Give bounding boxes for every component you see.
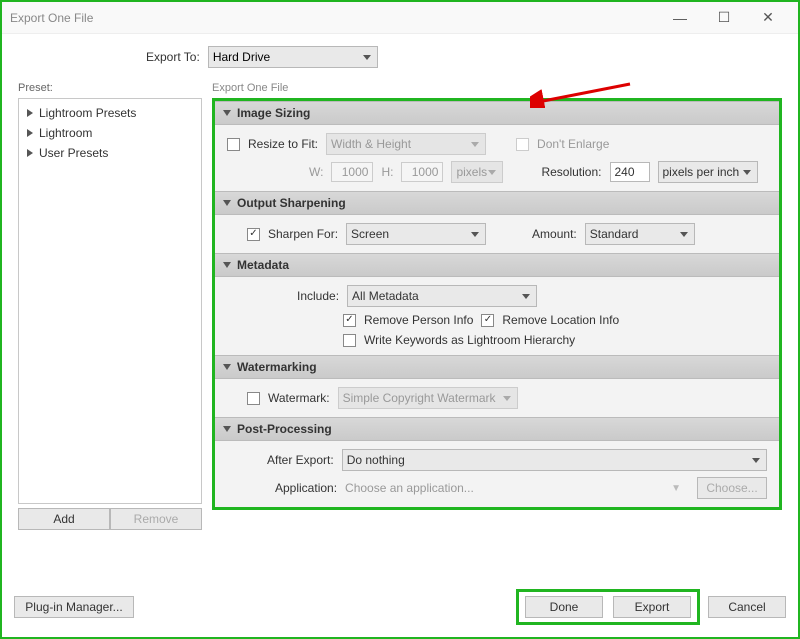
panel-header-post-processing[interactable]: Post-Processing: [215, 417, 779, 441]
sharpen-for-label: Sharpen For:: [268, 227, 338, 241]
panel-header-output-sharpening[interactable]: Output Sharpening: [215, 191, 779, 215]
panel-body-metadata: Include: All Metadata Remove Person Info…: [215, 277, 779, 355]
export-to-value: Hard Drive: [213, 50, 270, 64]
chevron-down-icon: [223, 426, 231, 432]
sharpen-for-checkbox[interactable]: [247, 228, 260, 241]
settings-column: Export One File Image Sizing Resize to F…: [212, 82, 782, 530]
maximize-button[interactable]: ☐: [702, 4, 746, 32]
resolution-unit-select[interactable]: pixels per inch: [658, 161, 758, 183]
w-label: W:: [309, 165, 323, 179]
chevron-down-icon: [223, 364, 231, 370]
expand-icon: [27, 149, 33, 157]
panel-body-output-sharpening: Sharpen For: Screen Amount: Standard: [215, 215, 779, 253]
preset-column: Preset: Lightroom Presets Lightroom User…: [18, 82, 202, 530]
watermark-label: Watermark:: [268, 391, 330, 405]
bottom-bar: Plug-in Manager... Done Export Cancel: [14, 589, 786, 625]
write-keywords-checkbox[interactable]: [343, 334, 356, 347]
titlebar: Export One File — ☐ ✕: [2, 2, 798, 34]
preset-buttons: Add Remove: [18, 508, 202, 530]
done-button[interactable]: Done: [525, 596, 603, 618]
watermark-select: Simple Copyright Watermark: [338, 387, 518, 409]
resize-to-fit-label: Resize to Fit:: [248, 137, 318, 151]
annotation-highlight: Done Export: [516, 589, 700, 625]
close-button[interactable]: ✕: [746, 4, 790, 32]
remove-person-checkbox[interactable]: [343, 314, 356, 327]
chevron-down-icon: [223, 200, 231, 206]
panel-header-metadata[interactable]: Metadata: [215, 253, 779, 277]
watermark-checkbox[interactable]: [247, 392, 260, 405]
after-export-select[interactable]: Do nothing: [342, 449, 767, 471]
panel-post-processing: Post-Processing After Export: Do nothing…: [215, 417, 779, 507]
export-to-select[interactable]: Hard Drive: [208, 46, 378, 68]
panel-body-post-processing: After Export: Do nothing Application: Ch…: [215, 441, 779, 507]
settings-label: Export One File: [212, 82, 782, 94]
panel-metadata: Metadata Include: All Metadata Remove Pe…: [215, 253, 779, 355]
amount-select[interactable]: Standard: [585, 223, 695, 245]
resolution-input[interactable]: 240: [610, 162, 650, 182]
remove-preset-button: Remove: [110, 508, 202, 530]
preset-user-presets[interactable]: User Presets: [25, 143, 195, 163]
settings-panels: Image Sizing Resize to Fit: Width & Heig…: [212, 98, 782, 510]
preset-lightroom[interactable]: Lightroom: [25, 123, 195, 143]
chevron-down-icon: [223, 262, 231, 268]
panel-header-image-sizing[interactable]: Image Sizing: [215, 101, 779, 125]
resize-to-fit-checkbox[interactable]: [227, 138, 240, 151]
plugin-manager-button[interactable]: Plug-in Manager...: [14, 596, 134, 618]
application-placeholder: Choose an application...: [345, 481, 663, 495]
chevron-down-icon: ▼: [671, 483, 681, 494]
preset-label: Preset:: [18, 82, 202, 94]
dialog-body: Export To: Hard Drive Preset: Lightroom …: [2, 34, 798, 540]
preset-list[interactable]: Lightroom Presets Lightroom User Presets: [18, 98, 202, 504]
export-to-label: Export To:: [146, 50, 200, 64]
remove-location-checkbox[interactable]: [481, 314, 494, 327]
expand-icon: [27, 129, 33, 137]
panel-header-watermarking[interactable]: Watermarking: [215, 355, 779, 379]
chevron-down-icon: [223, 110, 231, 116]
remove-person-label: Remove Person Info: [364, 313, 473, 327]
width-input: 1000: [331, 162, 373, 182]
amount-label: Amount:: [532, 227, 577, 241]
minimize-button[interactable]: —: [658, 4, 702, 32]
export-dialog: Export One File — ☐ ✕ Export To: Hard Dr…: [0, 0, 800, 639]
cancel-button[interactable]: Cancel: [708, 596, 786, 618]
expand-icon: [27, 109, 33, 117]
dont-enlarge-checkbox: [516, 138, 529, 151]
choose-application-button: Choose...: [697, 477, 767, 499]
h-label: H:: [381, 165, 393, 179]
after-export-label: After Export:: [267, 453, 334, 467]
window-title: Export One File: [10, 11, 93, 25]
application-label: Application:: [275, 481, 337, 495]
sharpen-for-select[interactable]: Screen: [346, 223, 486, 245]
panel-output-sharpening: Output Sharpening Sharpen For: Screen Am…: [215, 191, 779, 253]
bottom-right-buttons: Done Export Cancel: [516, 589, 786, 625]
height-input: 1000: [401, 162, 443, 182]
window-controls: — ☐ ✕: [658, 4, 790, 32]
remove-location-label: Remove Location Info: [502, 313, 619, 327]
panel-body-image-sizing: Resize to Fit: Width & Height Don't Enla…: [215, 125, 779, 191]
include-select[interactable]: All Metadata: [347, 285, 537, 307]
preset-lightroom-presets[interactable]: Lightroom Presets: [25, 103, 195, 123]
panel-watermarking: Watermarking Watermark: Simple Copyright…: [215, 355, 779, 417]
columns: Preset: Lightroom Presets Lightroom User…: [18, 82, 782, 530]
export-button[interactable]: Export: [613, 596, 691, 618]
resize-mode-select: Width & Height: [326, 133, 486, 155]
dont-enlarge-label: Don't Enlarge: [537, 137, 609, 151]
export-to-row: Export To: Hard Drive: [146, 46, 782, 68]
panel-image-sizing: Image Sizing Resize to Fit: Width & Heig…: [215, 101, 779, 191]
write-keywords-label: Write Keywords as Lightroom Hierarchy: [364, 333, 575, 347]
unit-select: pixels: [451, 161, 503, 183]
add-preset-button[interactable]: Add: [18, 508, 110, 530]
panel-body-watermarking: Watermark: Simple Copyright Watermark: [215, 379, 779, 417]
include-label: Include:: [297, 289, 339, 303]
resolution-label: Resolution:: [541, 165, 601, 179]
